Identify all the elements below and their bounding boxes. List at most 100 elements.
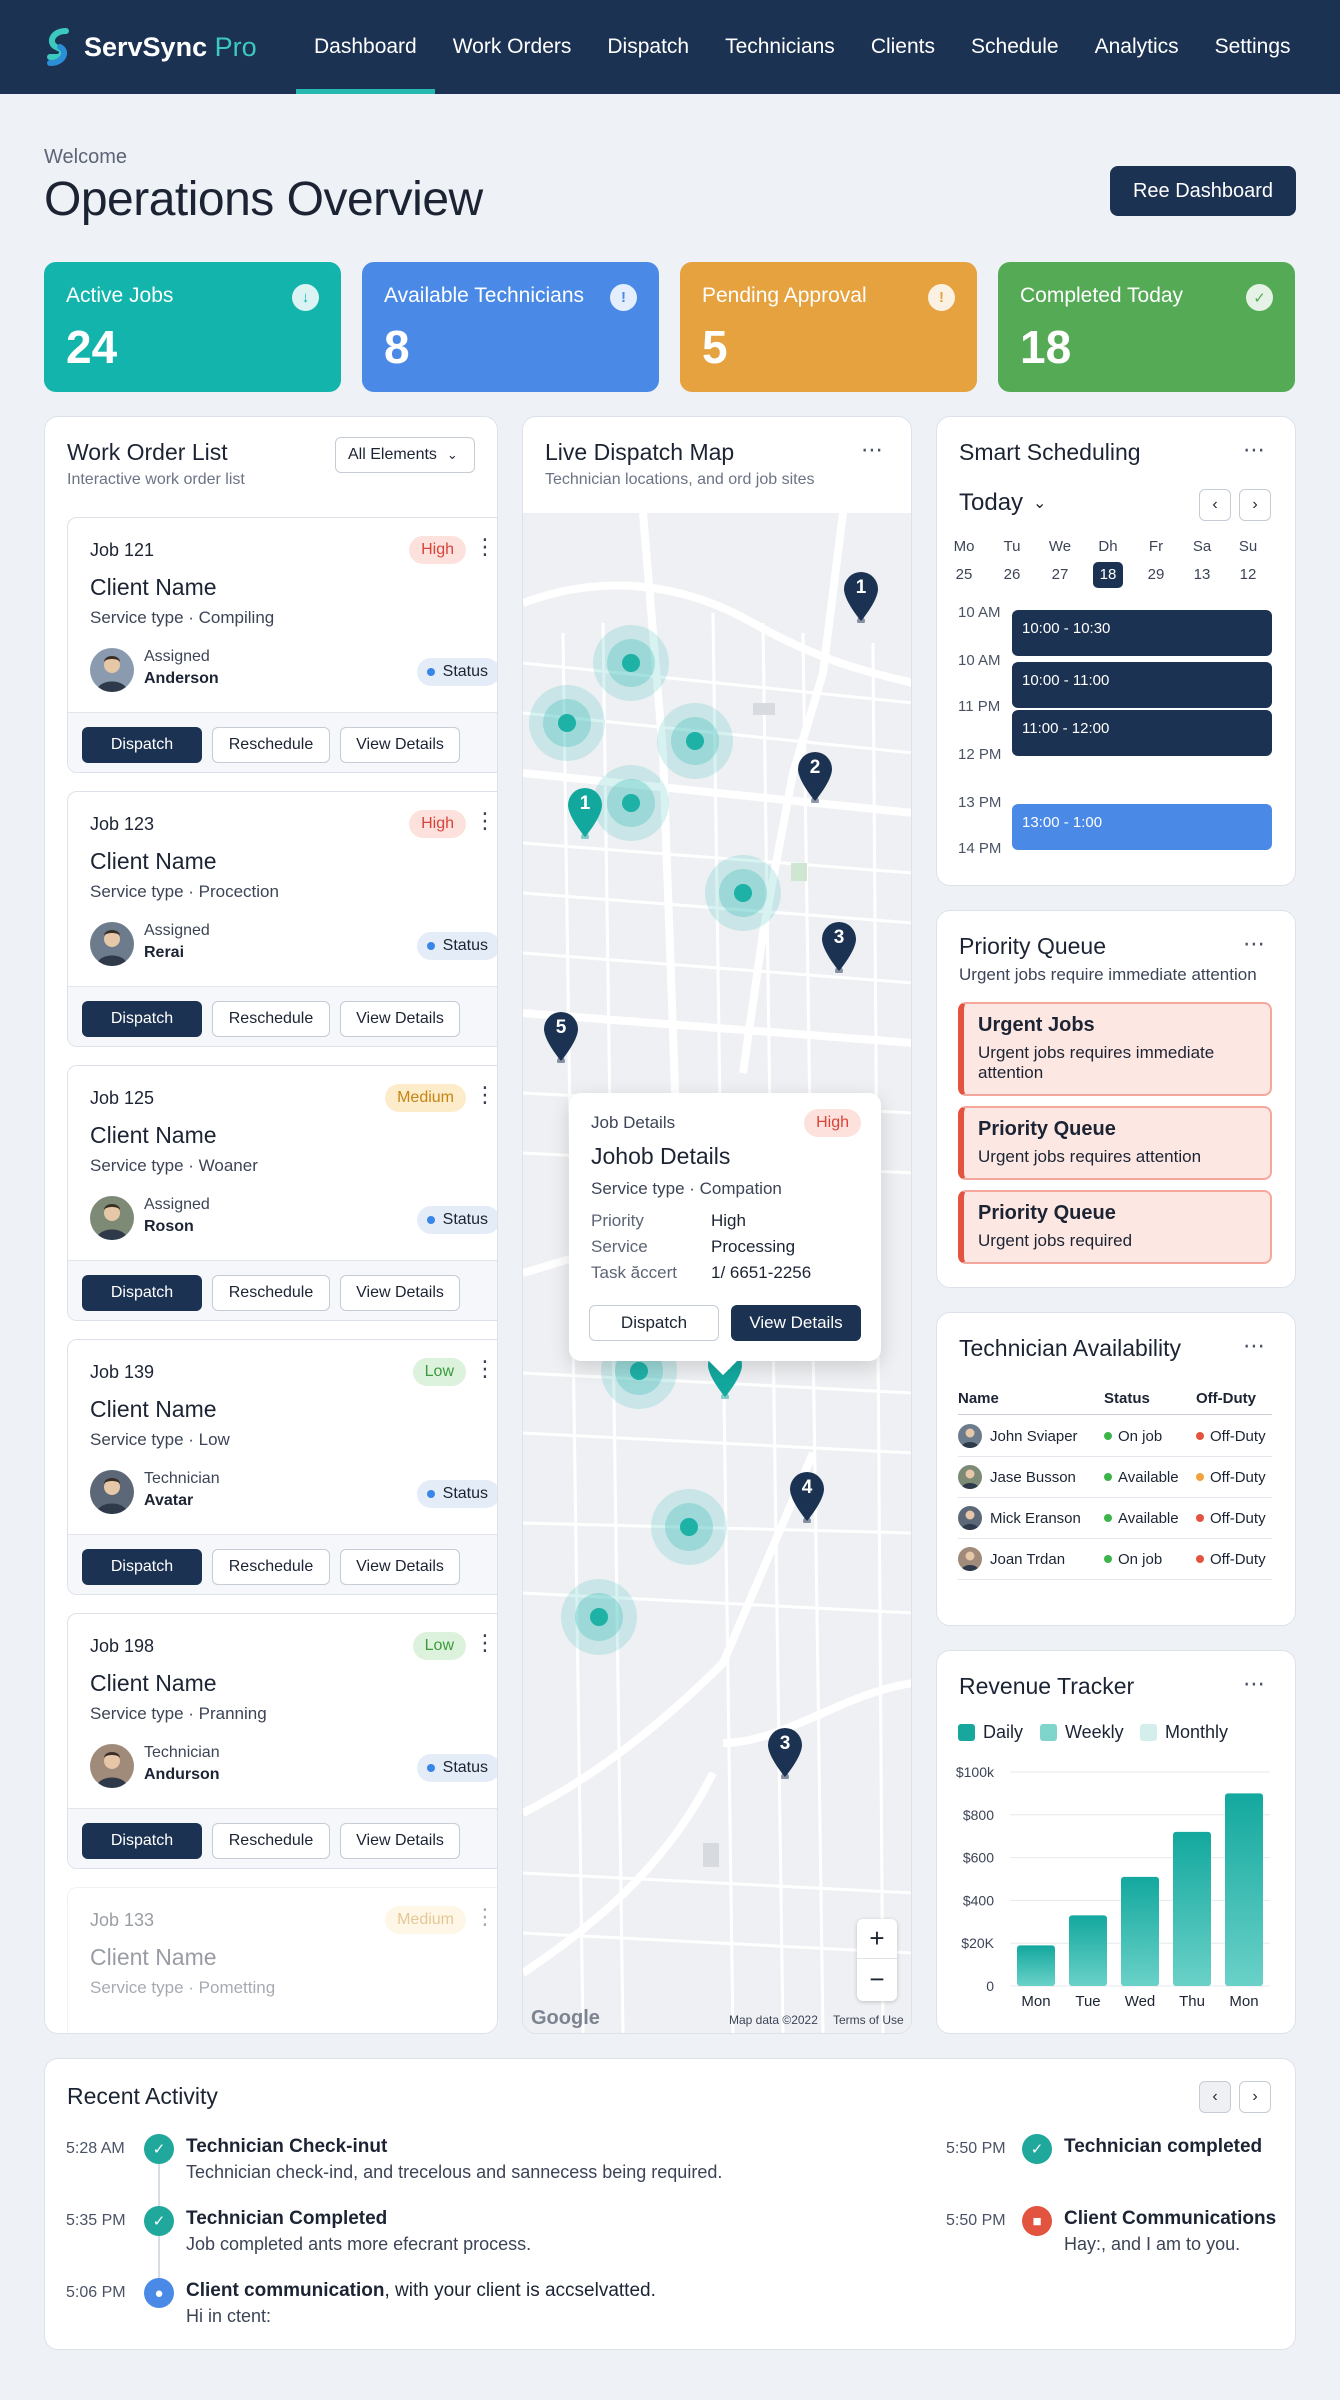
map-pin[interactable]: 4 bbox=[788, 1471, 826, 1525]
nav-link-technicians[interactable]: Technicians bbox=[707, 0, 853, 94]
availability-row[interactable]: John Sviaper On job Off-Duty bbox=[958, 1416, 1272, 1457]
legend-item[interactable]: Monthly bbox=[1140, 1722, 1228, 1743]
dispatch-button[interactable]: Dispatch bbox=[82, 1823, 202, 1859]
brand[interactable]: ServSync Pro bbox=[44, 27, 284, 67]
technician-location-dot[interactable] bbox=[529, 685, 605, 761]
dashboard-button[interactable]: Ree Dashboard bbox=[1110, 166, 1296, 216]
popup-view-details-button[interactable]: View Details bbox=[731, 1305, 861, 1341]
job-card[interactable]: Job 121 High ⋮ Client Name Service type · Co… bbox=[67, 517, 497, 773]
nav-link-schedule[interactable]: Schedule bbox=[953, 0, 1077, 94]
availability-row[interactable]: Jase Busson Available Off-Duty bbox=[958, 1457, 1272, 1498]
dispatch-button[interactable]: Dispatch bbox=[82, 1001, 202, 1037]
activity-title[interactable]: Client Communications bbox=[1064, 2208, 1276, 2230]
reschedule-button[interactable]: Reschedule bbox=[212, 727, 330, 763]
map-pin[interactable]: 3 bbox=[820, 921, 858, 975]
activity-title[interactable]: Technician completed bbox=[1064, 2136, 1262, 2158]
revenue-bar[interactable] bbox=[1225, 1793, 1263, 1986]
nav-link-work-orders[interactable]: Work Orders bbox=[435, 0, 590, 94]
map-pin[interactable]: 1 bbox=[566, 787, 604, 841]
schedule-event[interactable]: 10:00 - 11:00 bbox=[1012, 662, 1272, 708]
filter-dropdown[interactable]: All Elements ⌄ bbox=[335, 437, 475, 473]
priority-item[interactable]: Urgent Jobs Urgent jobs requires immediat… bbox=[958, 1002, 1272, 1096]
revenue-bar[interactable] bbox=[1173, 1831, 1211, 1986]
kebab-menu-icon[interactable]: ⋮ bbox=[474, 1082, 496, 1108]
legend-item[interactable]: Weekly bbox=[1040, 1722, 1124, 1743]
nav-link-dispatch[interactable]: Dispatch bbox=[589, 0, 707, 94]
activity-next-button[interactable]: › bbox=[1239, 2081, 1271, 2113]
schedule-event[interactable]: 13:00 - 1:00 bbox=[1012, 804, 1272, 850]
more-icon[interactable]: ⋯ bbox=[1243, 1333, 1266, 1359]
technician-location-dot[interactable] bbox=[593, 625, 669, 701]
map-pin[interactable]: 5 bbox=[542, 1011, 580, 1065]
kebab-menu-icon[interactable]: ⋮ bbox=[474, 534, 496, 560]
calendar-date[interactable]: 26 bbox=[997, 562, 1027, 588]
legend-item[interactable]: Daily bbox=[958, 1722, 1023, 1743]
kebab-menu-icon[interactable]: ⋮ bbox=[474, 1904, 496, 1930]
more-icon[interactable]: ⋯ bbox=[1243, 437, 1266, 463]
activity-title[interactable]: Technician Check-inut bbox=[186, 2136, 387, 2158]
activity-title[interactable]: Technician Completed bbox=[186, 2208, 387, 2230]
more-icon[interactable]: ⋯ bbox=[861, 437, 884, 463]
view-details-button[interactable]: View Details bbox=[340, 1823, 460, 1859]
calendar-date[interactable]: 13 bbox=[1187, 562, 1217, 588]
kebab-menu-icon[interactable]: ⋮ bbox=[474, 808, 496, 834]
map-pin[interactable]: 1 bbox=[842, 571, 880, 625]
view-details-button[interactable]: View Details bbox=[340, 727, 460, 763]
activity-prev-button[interactable]: ‹ bbox=[1199, 2081, 1231, 2113]
zoom-in-button[interactable]: + bbox=[857, 1919, 897, 1959]
stat-card[interactable]: Pending Approval 5! bbox=[680, 262, 977, 392]
availability-row[interactable]: Mick Eranson Available Off-Duty bbox=[958, 1498, 1272, 1539]
dispatch-button[interactable]: Dispatch bbox=[82, 1549, 202, 1585]
calendar-date[interactable]: 27 bbox=[1045, 562, 1075, 588]
map-pin[interactable]: 3 bbox=[766, 1727, 804, 1781]
map-pin[interactable]: 2 bbox=[796, 751, 834, 805]
technician-location-dot[interactable] bbox=[561, 1579, 637, 1655]
reschedule-button[interactable]: Reschedule bbox=[212, 1549, 330, 1585]
dispatch-button[interactable]: Dispatch bbox=[82, 1275, 202, 1311]
today-dropdown[interactable]: Today ⌄ bbox=[959, 489, 1046, 517]
view-details-button[interactable]: View Details bbox=[340, 1001, 460, 1037]
kebab-menu-icon[interactable]: ⋮ bbox=[474, 1356, 496, 1382]
popup-dispatch-button[interactable]: Dispatch bbox=[589, 1305, 719, 1341]
view-details-button[interactable]: View Details bbox=[340, 1275, 460, 1311]
schedule-event[interactable]: 10:00 - 10:30 bbox=[1012, 610, 1272, 656]
reschedule-button[interactable]: Reschedule bbox=[212, 1275, 330, 1311]
technician-location-dot[interactable] bbox=[705, 855, 781, 931]
dispatch-button[interactable]: Dispatch bbox=[82, 727, 202, 763]
revenue-bar[interactable] bbox=[1069, 1915, 1107, 1986]
next-week-button[interactable]: › bbox=[1239, 489, 1271, 521]
schedule-event[interactable]: 11:00 - 12:00 bbox=[1012, 710, 1272, 756]
priority-item[interactable]: Priority Queue Urgent jobs required bbox=[958, 1190, 1272, 1264]
calendar-date[interactable]: 12 bbox=[1233, 562, 1263, 588]
prev-week-button[interactable]: ‹ bbox=[1199, 489, 1231, 521]
more-icon[interactable]: ⋯ bbox=[1243, 931, 1266, 957]
job-card[interactable]: Job 139 Low ⋮ Client Name Service type · Low… bbox=[67, 1339, 497, 1595]
availability-row[interactable]: Joan Trdan On job Off-Duty bbox=[958, 1539, 1272, 1580]
nav-link-settings[interactable]: Settings bbox=[1197, 0, 1309, 94]
kebab-menu-icon[interactable]: ⋮ bbox=[474, 1630, 496, 1656]
calendar-date[interactable]: 29 bbox=[1141, 562, 1171, 588]
nav-link-dashboard[interactable]: Dashboard bbox=[296, 0, 435, 94]
reschedule-button[interactable]: Reschedule bbox=[212, 1001, 330, 1037]
zoom-out-button[interactable]: − bbox=[857, 1959, 897, 1999]
job-card[interactable]: Job 125 Medium ⋮ Client Name Service type · … bbox=[67, 1065, 497, 1321]
job-card[interactable]: Job 133 Medium ⋮ Client Name Service type · … bbox=[67, 1887, 497, 2033]
nav-link-clients[interactable]: Clients bbox=[853, 0, 953, 94]
calendar-date[interactable]: 25 bbox=[949, 562, 979, 588]
calendar-date[interactable]: 18 bbox=[1093, 562, 1123, 588]
priority-item[interactable]: Priority Queue Urgent jobs requires atten… bbox=[958, 1106, 1272, 1180]
map-canvas[interactable]: 12135143 Job Details High Johob Details … bbox=[523, 513, 911, 2033]
revenue-bar[interactable] bbox=[1121, 1876, 1159, 1986]
stat-card[interactable]: Available Technicians 8! bbox=[362, 262, 659, 392]
view-details-button[interactable]: View Details bbox=[340, 1549, 460, 1585]
technician-location-dot[interactable] bbox=[593, 765, 669, 841]
more-icon[interactable]: ⋯ bbox=[1243, 1671, 1266, 1697]
job-card[interactable]: Job 198 Low ⋮ Client Name Service type · Pra… bbox=[67, 1613, 497, 1869]
job-details-popup[interactable]: Job Details High Johob Details Service t… bbox=[569, 1093, 881, 1376]
stat-card[interactable]: Completed Today 18 ✓ bbox=[998, 262, 1295, 392]
activity-title[interactable]: Client communication, with your client i… bbox=[186, 2280, 656, 2302]
reschedule-button[interactable]: Reschedule bbox=[212, 1823, 330, 1859]
job-card[interactable]: Job 123 High ⋮ Client Name Service type · Pr… bbox=[67, 791, 497, 1047]
terms-link[interactable]: Terms of Use bbox=[833, 2013, 904, 2027]
revenue-bar[interactable] bbox=[1017, 1945, 1055, 1986]
